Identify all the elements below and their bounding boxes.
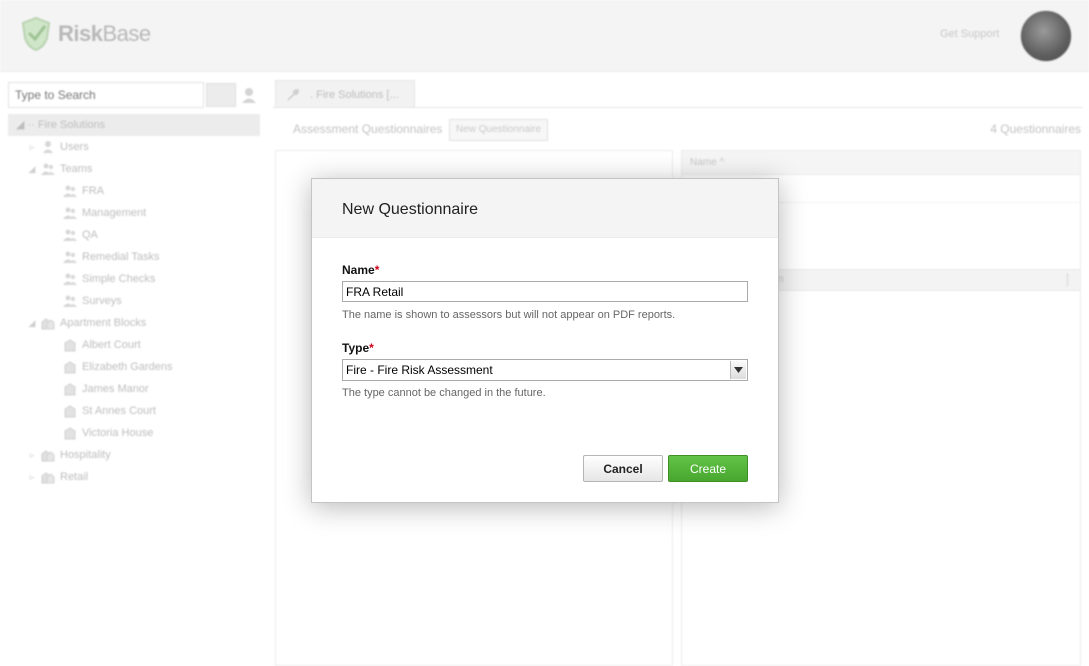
sidebar-item-label: Teams	[60, 163, 93, 175]
sidebar-item[interactable]: ▹ Users	[8, 136, 260, 158]
sidebar-item[interactable]: Remedial Tasks	[8, 246, 260, 268]
top-bar: RiskBase Get Support	[0, 0, 1089, 72]
team-icon	[63, 294, 77, 308]
logo-text: RiskBase	[58, 21, 151, 46]
riskbase-logo[interactable]: RiskBase	[20, 16, 151, 52]
user-avatar[interactable]	[1020, 10, 1072, 62]
create-button[interactable]: Create	[668, 455, 748, 482]
sidebar-item-label: Simple Checks	[82, 273, 156, 285]
sidebar-item-label: James Manor	[82, 383, 149, 395]
sidebar-item-label: Users	[60, 141, 89, 153]
expand-toggle-icon[interactable]: ▹	[28, 466, 36, 488]
name-field[interactable]	[342, 281, 748, 302]
sidebar-item[interactable]: ◢ Apartment Blocks	[8, 312, 260, 334]
sidebar-item[interactable]: Management	[8, 202, 260, 224]
sidebar-item[interactable]: St Annes Court	[8, 400, 260, 422]
sidebar-item-label: QA	[82, 229, 98, 241]
sidebar-item-label: Surveys	[82, 295, 122, 307]
sidebar-item[interactable]: Albert Court	[8, 334, 260, 356]
resize-handle-icon[interactable]	[1067, 274, 1070, 286]
name-column-header[interactable]: Name ^	[682, 151, 1080, 175]
section-title: Assessment Questionnaires	[293, 122, 443, 136]
building-icon	[63, 338, 77, 352]
expand-toggle-icon[interactable]: ▹	[28, 136, 36, 158]
search-input[interactable]	[8, 82, 204, 108]
tab-label: . Fire Solutions [...	[310, 89, 399, 101]
team-icon	[41, 162, 55, 176]
cancel-button[interactable]: Cancel	[583, 455, 663, 482]
sidebar-item-label: Hospitality	[60, 449, 111, 461]
sidebar-item[interactable]: Victoria House	[8, 422, 260, 444]
dialog-title: New Questionnaire	[342, 201, 479, 218]
tab-fire-solutions[interactable]: . Fire Solutions [...	[275, 80, 415, 108]
new-questionnaire-button[interactable]: New Questionnaire	[449, 119, 549, 141]
chevron-down-icon[interactable]	[730, 361, 746, 379]
sidebar-item-label: FRA	[82, 185, 104, 197]
sidebar-item-label: Retail	[60, 471, 89, 483]
expand-toggle-icon[interactable]: ◢	[28, 312, 36, 334]
sidebar-item-label: Remedial Tasks	[82, 251, 160, 263]
building-icon	[63, 404, 77, 418]
building-icon	[63, 360, 77, 374]
sidebar-item[interactable]: Simple Checks	[8, 268, 260, 290]
sidebar-item-label: Management	[82, 207, 147, 219]
sidebar-item-label: Albert Court	[82, 339, 141, 351]
type-select[interactable]: Fire - Fire Risk Assessment	[342, 359, 748, 381]
type-select-value: Fire - Fire Risk Assessment	[346, 363, 493, 377]
team-icon	[63, 184, 77, 198]
type-label: Type*	[342, 341, 374, 355]
building-group-icon	[41, 470, 55, 484]
required-marker: *	[369, 341, 374, 355]
expand-toggle-icon[interactable]: ▹	[28, 444, 36, 466]
sidebar-item-label: Victoria House	[82, 427, 154, 439]
get-support-link[interactable]: Get Support	[940, 28, 999, 40]
sidebar-item-label: St Annes Court	[82, 405, 156, 417]
sidebar-item[interactable]: QA	[8, 224, 260, 246]
name-label: Name*	[342, 263, 380, 277]
sidebar-item[interactable]: ▹ Retail	[8, 466, 260, 488]
sidebar-item[interactable]: ▹ Hospitality	[8, 444, 260, 466]
team-icon	[63, 250, 77, 264]
sidebar-item-label: Elizabeth Gardens	[82, 361, 173, 373]
expand-toggle-icon[interactable]: ◢	[28, 158, 36, 180]
dialog-header: New Questionnaire	[312, 179, 778, 238]
building-group-icon	[41, 316, 55, 330]
sidebar-search	[8, 82, 260, 108]
wrench-icon	[287, 89, 299, 101]
search-button[interactable]	[206, 83, 236, 107]
building-icon	[63, 426, 77, 440]
new-questionnaire-dialog: New Questionnaire Name* The name is show…	[311, 178, 779, 503]
sidebar: ◢ ·· Fire Solutions ▹ Users ◢ Teams FRA Manag…	[0, 80, 265, 666]
entity-tree: ◢ ·· Fire Solutions ▹ Users ◢ Teams FRA Manag…	[8, 114, 260, 488]
shield-icon	[21, 16, 51, 52]
tab-divider	[273, 107, 1083, 108]
sidebar-item[interactable]: Elizabeth Gardens	[8, 356, 260, 378]
sidebar-item[interactable]: James Manor	[8, 378, 260, 400]
building-icon	[63, 382, 77, 396]
tree-root[interactable]: ◢ ·· Fire Solutions	[8, 114, 260, 136]
team-icon	[63, 206, 77, 220]
name-hint: The name is shown to assessors but will …	[342, 309, 676, 321]
team-icon	[63, 228, 77, 242]
user-icon	[41, 140, 55, 154]
sidebar-item-label: Apartment Blocks	[60, 317, 147, 329]
building-group-icon	[41, 448, 55, 462]
user-filter-icon[interactable]	[240, 86, 258, 104]
required-marker: *	[374, 263, 380, 277]
questionnaire-count: 4 Questionnaires	[990, 122, 1081, 136]
sidebar-item[interactable]: Surveys	[8, 290, 260, 312]
type-hint: The type cannot be changed in the future…	[342, 387, 546, 399]
sidebar-item[interactable]: FRA	[8, 180, 260, 202]
team-icon	[63, 272, 77, 286]
sidebar-item[interactable]: ◢ Teams	[8, 158, 260, 180]
